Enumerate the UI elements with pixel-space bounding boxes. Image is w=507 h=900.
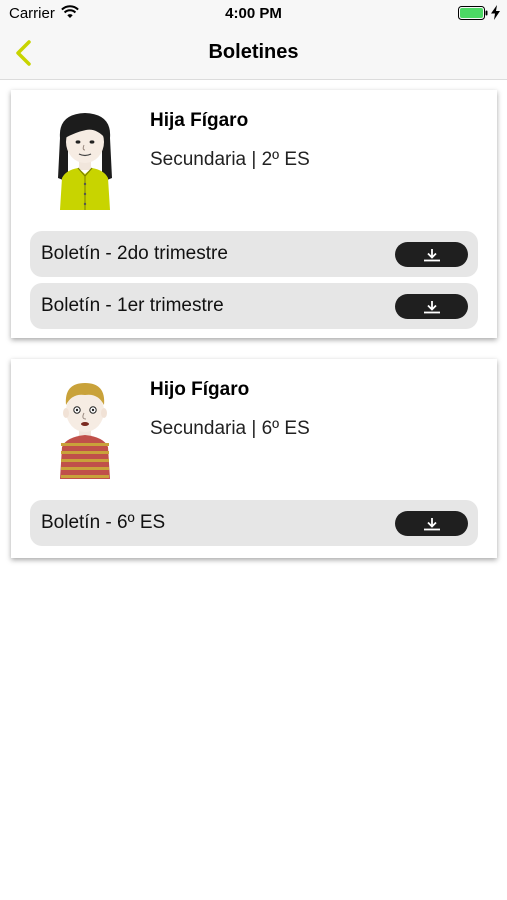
charging-bolt-icon <box>491 5 500 25</box>
page-title: Boletines <box>208 41 299 63</box>
report-label: Boletín - 2do trimestre <box>41 243 228 264</box>
report-label: Boletín - 6º ES <box>41 512 166 533</box>
download-icon <box>423 517 440 530</box>
download-icon <box>423 248 440 261</box>
girl-avatar <box>46 108 124 212</box>
report-row[interactable]: Boletín - 2do trimestre <box>30 231 478 277</box>
student-name: Hija Fígaro <box>150 110 249 131</box>
student-course: Secundaria | 2º ES <box>150 149 310 170</box>
report-row[interactable]: Boletín - 1er trimestre <box>30 283 478 329</box>
report-label: Boletín - 1er trimestre <box>41 295 224 316</box>
student-card: Hijo Fígaro Secundaria | 6º ES Boletín -… <box>11 359 497 558</box>
download-button[interactable] <box>395 242 468 267</box>
download-icon <box>423 300 440 313</box>
student-course: Secundaria | 6º ES <box>150 418 310 439</box>
battery-icon <box>458 6 488 25</box>
student-name: Hijo Fígaro <box>150 379 250 400</box>
download-button[interactable] <box>395 294 468 319</box>
clock: 4:00 PM <box>225 5 282 22</box>
boy-avatar <box>46 377 124 481</box>
download-button[interactable] <box>395 511 468 536</box>
student-card: Hija Fígaro Secundaria | 2º ES Boletín -… <box>11 90 497 338</box>
navigation-bar: Boletines <box>0 28 507 80</box>
report-row[interactable]: Boletín - 6º ES <box>30 500 478 546</box>
status-bar: Carrier 4:00 PM <box>0 0 507 28</box>
